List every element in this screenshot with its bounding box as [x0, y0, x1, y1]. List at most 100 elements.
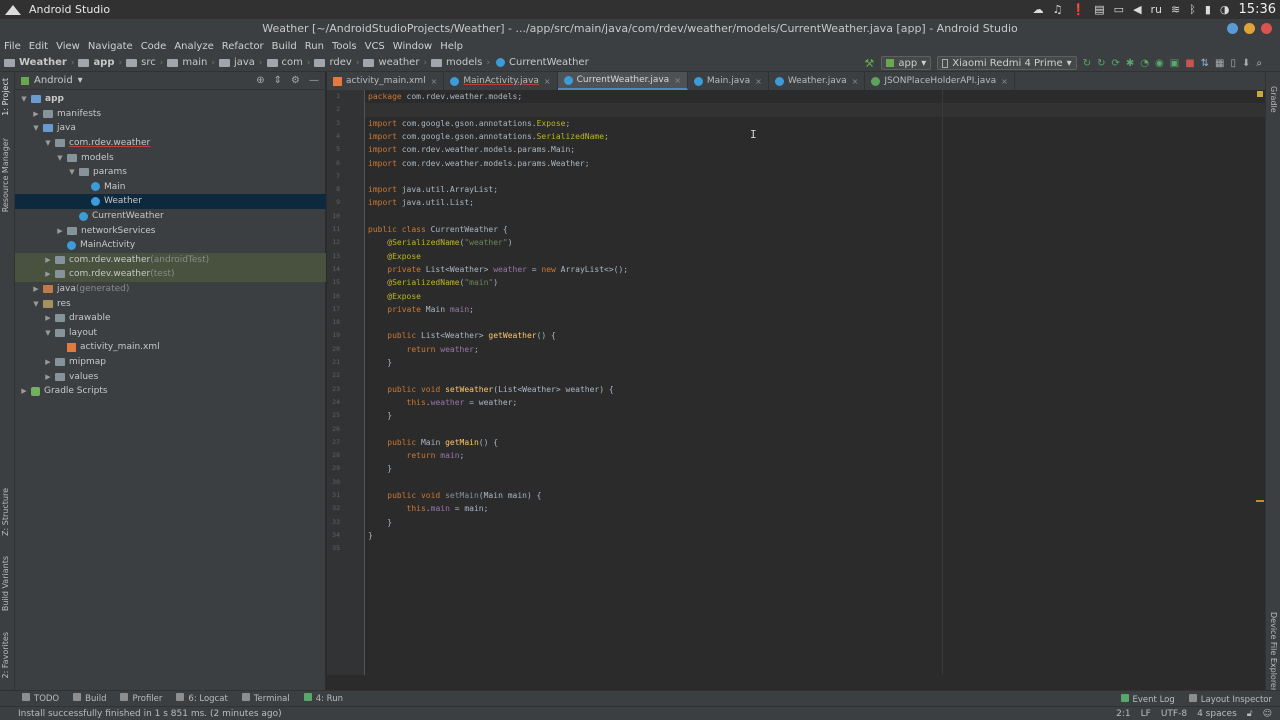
- tree-node[interactable]: ▼ layout: [15, 326, 326, 341]
- tool-tab-todo[interactable]: TODO: [22, 693, 59, 704]
- headset-icon[interactable]: ♫: [1053, 3, 1063, 16]
- code-line[interactable]: }: [368, 529, 373, 542]
- wifi-icon[interactable]: ≋: [1171, 3, 1180, 16]
- status-message[interactable]: Install successfully finished in 1 s 851…: [18, 709, 282, 719]
- caret-position[interactable]: 2:1: [1116, 709, 1130, 719]
- attach-debugger-icon[interactable]: ◉: [1155, 58, 1164, 69]
- code-line[interactable]: package com.rdev.weather.models;: [368, 90, 522, 103]
- warning-mark[interactable]: [1256, 500, 1264, 502]
- hammer-icon[interactable]: ⚒: [864, 58, 875, 69]
- expand-arrow-icon[interactable]: ▼: [19, 95, 29, 103]
- battery-icon[interactable]: ▮: [1205, 3, 1211, 16]
- code-line[interactable]: public class CurrentWeather {: [368, 223, 508, 236]
- chevron-down-icon[interactable]: ▾: [78, 75, 83, 86]
- tool-tab-favorites[interactable]: 2: Favorites: [1, 632, 10, 678]
- menu-analyze[interactable]: Analyze: [174, 41, 213, 52]
- line-number[interactable]: 7: [327, 170, 340, 183]
- search-icon[interactable]: ⌕: [1256, 58, 1262, 69]
- device-select[interactable]: Xiaomi Redmi 4 Prime ▾: [937, 56, 1077, 70]
- collapse-arrow-icon[interactable]: ▶: [31, 110, 41, 118]
- tool-tab-layout-inspector[interactable]: Layout Inspector: [1188, 693, 1272, 705]
- tool-tab-project[interactable]: 1: Project: [1, 78, 10, 116]
- tree-node[interactable]: ▶ java (generated): [15, 282, 326, 297]
- tree-node[interactable]: CurrentWeather: [15, 209, 326, 224]
- tree-node[interactable]: ▼ res: [15, 296, 326, 311]
- line-number[interactable]: 30: [327, 476, 340, 489]
- code-line[interactable]: @SerializedName("weather"): [368, 236, 512, 249]
- project-structure-icon[interactable]: ▦: [1215, 58, 1224, 69]
- tree-node[interactable]: activity_main.xml: [15, 340, 326, 355]
- editor-tab[interactable]: JSONPlaceHolderAPI.java ×: [865, 72, 1015, 90]
- sync-gradle-icon[interactable]: ⇅: [1201, 58, 1209, 69]
- collapse-all-icon[interactable]: ⇕: [274, 75, 282, 86]
- line-number[interactable]: 22: [327, 369, 340, 382]
- tool-tab-build-variants[interactable]: Build Variants: [1, 556, 10, 611]
- debug-icon[interactable]: ✱: [1126, 58, 1134, 69]
- line-number[interactable]: 32: [327, 502, 340, 515]
- alert-icon[interactable]: ❗: [1072, 3, 1086, 16]
- lock-icon[interactable]: 🔓︎: [1247, 709, 1253, 719]
- code-area[interactable]: I package com.rdev.weather.models; import…: [368, 90, 1265, 675]
- tool-tab-event-log[interactable]: Event Log: [1120, 693, 1175, 705]
- menu-build[interactable]: Build: [272, 41, 297, 52]
- code-line[interactable]: import com.google.gson.annotations.Seria…: [368, 130, 609, 143]
- line-number[interactable]: 9: [327, 196, 340, 209]
- tree-node[interactable]: Weather: [15, 194, 326, 209]
- breadcrumb-item[interactable]: main: [163, 57, 211, 68]
- menu-tools[interactable]: Tools: [332, 41, 357, 52]
- code-line[interactable]: private Main main;: [368, 303, 474, 316]
- line-number[interactable]: 6: [327, 157, 340, 170]
- menu-help[interactable]: Help: [440, 41, 463, 52]
- close-window-icon[interactable]: [1261, 23, 1272, 34]
- coverage-icon[interactable]: ▣: [1170, 58, 1179, 69]
- code-line[interactable]: return weather;: [368, 343, 479, 356]
- indent-setting[interactable]: 4 spaces: [1197, 709, 1237, 719]
- rerun-icon[interactable]: ↻: [1083, 58, 1091, 69]
- settings-gear-icon[interactable]: ⚙: [291, 75, 300, 86]
- tool-tab-gradle[interactable]: Gradle: [1269, 86, 1278, 113]
- tool-tab-structure[interactable]: Z: Structure: [1, 488, 10, 536]
- tree-node[interactable]: ▼ java: [15, 121, 326, 136]
- expand-arrow-icon[interactable]: ▼: [43, 329, 53, 337]
- menu-vcs[interactable]: VCS: [365, 41, 385, 52]
- code-line[interactable]: public Main getMain() {: [368, 436, 498, 449]
- collapse-arrow-icon[interactable]: ▶: [19, 387, 29, 395]
- os-active-app-name[interactable]: Android Studio: [29, 3, 110, 16]
- line-number[interactable]: 26: [327, 423, 340, 436]
- tree-node[interactable]: ▶ Gradle Scripts: [15, 384, 326, 399]
- night-mode-icon[interactable]: ◑: [1220, 3, 1230, 16]
- tree-node[interactable]: ▼ models: [15, 150, 326, 165]
- inspector-icon[interactable]: ☺: [1263, 709, 1272, 719]
- line-number[interactable]: 13: [327, 250, 340, 263]
- tree-node[interactable]: ▶ mipmap: [15, 355, 326, 370]
- line-number[interactable]: 15: [327, 276, 340, 289]
- line-number[interactable]: 21: [327, 356, 340, 369]
- tree-node[interactable]: ▼ com.rdev.weather: [15, 136, 326, 151]
- line-number[interactable]: 28: [327, 449, 340, 462]
- line-number[interactable]: 16: [327, 290, 340, 303]
- expand-arrow-icon[interactable]: ▼: [67, 168, 77, 176]
- collapse-arrow-icon[interactable]: ▶: [43, 314, 53, 322]
- code-line[interactable]: this.main = main;: [368, 502, 489, 515]
- profile-icon[interactable]: ◔: [1140, 58, 1149, 69]
- breadcrumb-item[interactable]: com: [263, 57, 307, 68]
- line-separator[interactable]: LF: [1141, 709, 1151, 719]
- close-tab-icon[interactable]: ×: [674, 76, 681, 85]
- breadcrumb-item[interactable]: models: [427, 57, 486, 68]
- code-line[interactable]: public void setMain(Main main) {: [368, 489, 541, 502]
- line-number[interactable]: 12: [327, 236, 340, 249]
- breadcrumb-item[interactable]: java: [215, 57, 259, 68]
- collapse-arrow-icon[interactable]: ▶: [43, 270, 53, 278]
- breadcrumb-item[interactable]: CurrentWeather: [490, 57, 593, 68]
- expand-arrow-icon[interactable]: ▼: [55, 154, 65, 162]
- line-number[interactable]: 18: [327, 316, 340, 329]
- menu-view[interactable]: View: [56, 41, 80, 52]
- code-line[interactable]: @Expose: [368, 290, 421, 303]
- project-view-select[interactable]: Android: [34, 75, 73, 86]
- menu-navigate[interactable]: Navigate: [88, 41, 133, 52]
- collapse-arrow-icon[interactable]: ▶: [55, 227, 65, 235]
- code-line[interactable]: import com.rdev.weather.models.params.Ma…: [368, 143, 575, 156]
- monitor-icon[interactable]: ▭: [1114, 3, 1124, 16]
- close-tab-icon[interactable]: ×: [852, 77, 859, 86]
- tool-tab-device-file-explorer[interactable]: Device File Explorer: [1269, 612, 1278, 691]
